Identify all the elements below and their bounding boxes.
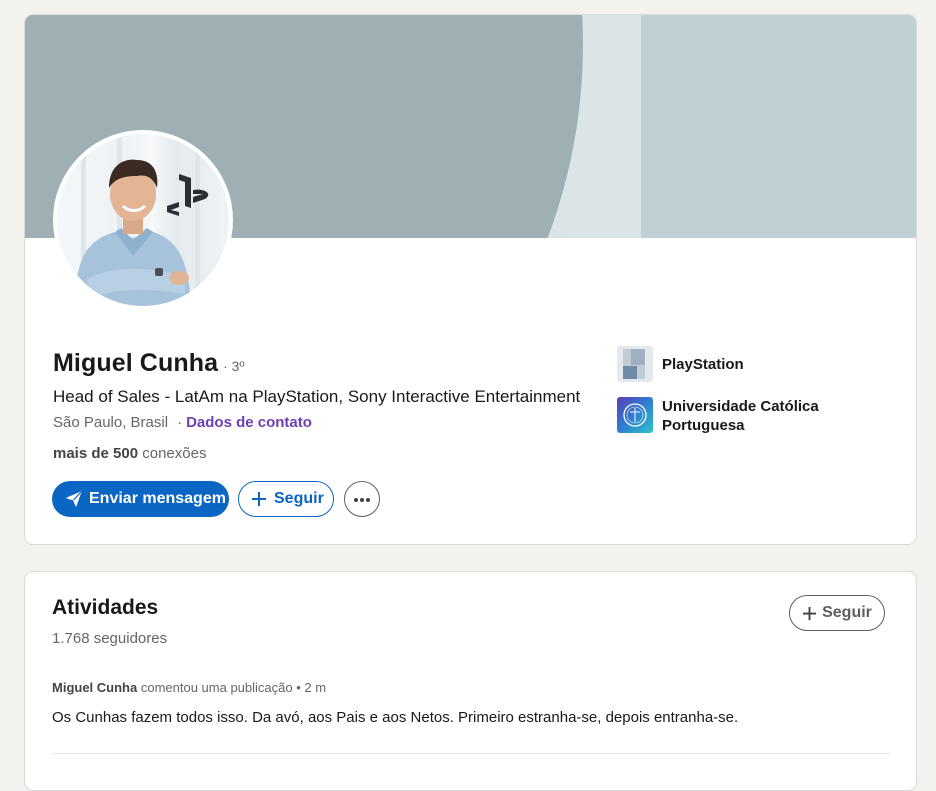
avatar-photo (57, 134, 229, 306)
company-name: PlayStation (662, 356, 744, 373)
company-universidade-catolica[interactable]: Universidade Católica Portuguesa (617, 397, 842, 435)
send-message-label: Enviar mensagem (89, 490, 226, 507)
profile-actions: Enviar mensagem Seguir (52, 481, 380, 517)
divider (52, 753, 890, 754)
follow-label: Seguir (274, 490, 324, 507)
contact-info-link[interactable]: Dados de contato (186, 414, 312, 431)
post-action: comentou uma publicação (140, 680, 293, 695)
universidade-catolica-logo-icon (617, 397, 653, 433)
followers-count[interactable]: 1.768 seguidores (52, 630, 167, 647)
connections-count: mais de 500 (53, 445, 139, 462)
post-text[interactable]: Os Cunhas fazem todos isso. Da avó, aos … (52, 709, 738, 726)
location-row: São Paulo, Brasil · Dados de contato (53, 414, 312, 431)
activity-follow-button[interactable]: Seguir (789, 595, 885, 631)
profile-avatar[interactable] (53, 130, 233, 310)
person-photo (75, 159, 191, 306)
company-playstation[interactable]: PlayStation (617, 346, 842, 382)
connection-degree: · 3º (223, 358, 245, 374)
more-actions-button[interactable] (344, 481, 380, 517)
post-meta: Miguel Cunha comentou uma publicação • 2… (52, 680, 326, 695)
send-message-button[interactable]: Enviar mensagem (52, 481, 229, 517)
plus-icon (251, 491, 267, 507)
follow-button[interactable]: Seguir (238, 481, 334, 517)
activity-title: Atividades (52, 596, 159, 619)
post-author[interactable]: Miguel Cunha (52, 680, 137, 695)
company-name: Universidade Católica Portuguesa (662, 398, 819, 434)
connections-label: conexões (142, 445, 207, 462)
ellipsis-icon (353, 490, 371, 508)
separator-dot: · (177, 414, 183, 431)
send-icon (66, 491, 82, 507)
name-row: Miguel Cunha · 3º (53, 349, 245, 378)
profile-name: Miguel Cunha (53, 349, 219, 377)
profile-headline: Head of Sales - LatAm na PlayStation, So… (53, 387, 581, 406)
activity-card: Atividades 1.768 seguidores Seguir Migue… (24, 571, 917, 791)
profile-location: São Paulo, Brasil (53, 414, 169, 431)
plus-icon (802, 606, 817, 621)
post-time: • 2 m (296, 680, 327, 695)
profile-card: Miguel Cunha · 3º Head of Sales - LatAm … (24, 14, 917, 545)
follow-label: Seguir (822, 604, 872, 621)
playstation-logo-icon (617, 346, 653, 382)
connections-row[interactable]: mais de 500 conexões (53, 445, 206, 462)
